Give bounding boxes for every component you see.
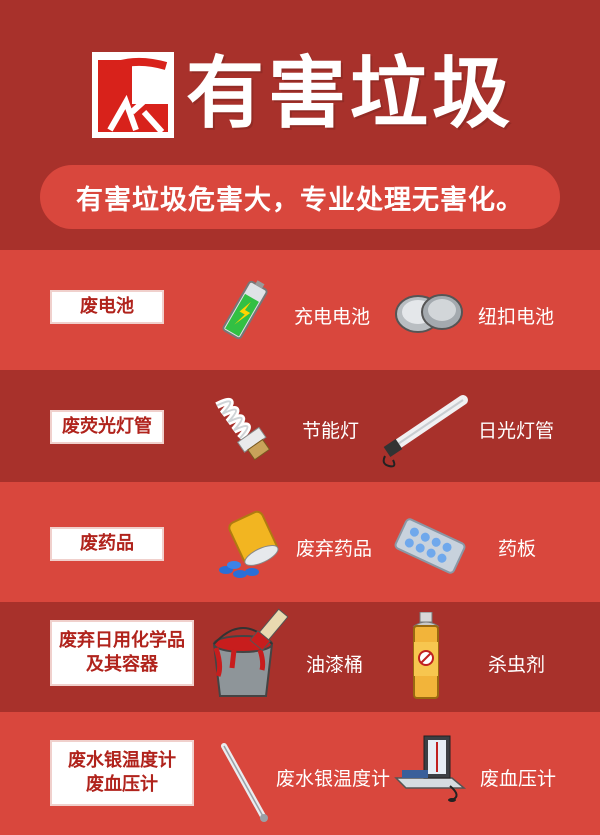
fluorescent-tube-icon [382,395,468,468]
category-label-line2: 及其容器 [86,654,158,675]
category-row-fluorescent: 废荧光灯管 节能灯 日光灯管 [0,370,600,482]
logo [92,52,174,138]
category-label: 废荧光灯管 [50,410,164,444]
item-label: 废血压计 [480,768,557,790]
item-label: 纽扣电池 [478,306,555,328]
category-label: 废电池 [50,290,164,324]
rechargeable-battery-icon [222,280,268,340]
medicine-bottle-icon [219,510,279,578]
header: 有害垃圾 有害垃圾危害大，专业处理无害化。 [0,0,600,250]
item-label: 药板 [498,538,537,560]
category-row-batteries: 废电池 充电电池 纽扣电池 [0,250,600,370]
blister-pack-icon [394,518,466,574]
item-label: 废水银温度计 [276,768,391,790]
category-label: 废水银温度计 废血压计 [50,740,194,806]
category-label: 废弃日用化学品 及其容器 [50,620,194,686]
item-label: 杀虫剂 [488,654,546,676]
item-label: 节能灯 [302,420,360,442]
button-battery-icon [395,294,463,333]
category-label-line2: 废血压计 [86,774,158,795]
category-row-medicine: 废药品 废弃药品 药板 [0,482,600,602]
category-label: 废药品 [50,527,164,561]
thermometer-icon [221,743,268,822]
category-row-chemicals: 废弃日用化学品 及其容器 油漆桶 杀虫剂 [0,602,600,712]
slogan-banner: 有害垃圾危害大，专业处理无害化。 [40,165,560,229]
item-label: 油漆桶 [306,654,364,676]
energy-saving-bulb-icon [215,397,271,461]
item-label: 充电电池 [294,306,371,328]
insecticide-can-icon [412,612,440,699]
page-title: 有害垃圾 [186,49,515,139]
category-label-line1: 废弃日用化学品 [59,630,185,651]
item-label: 日光灯管 [478,420,555,442]
paint-bucket-icon [212,608,288,697]
blood-pressure-monitor-icon [394,735,467,802]
item-label: 废弃药品 [296,538,373,560]
category-row-mercury: 废水银温度计 废血压计 废水银温度计 废血压计 [0,712,600,835]
category-label-line1: 废水银温度计 [68,750,176,771]
